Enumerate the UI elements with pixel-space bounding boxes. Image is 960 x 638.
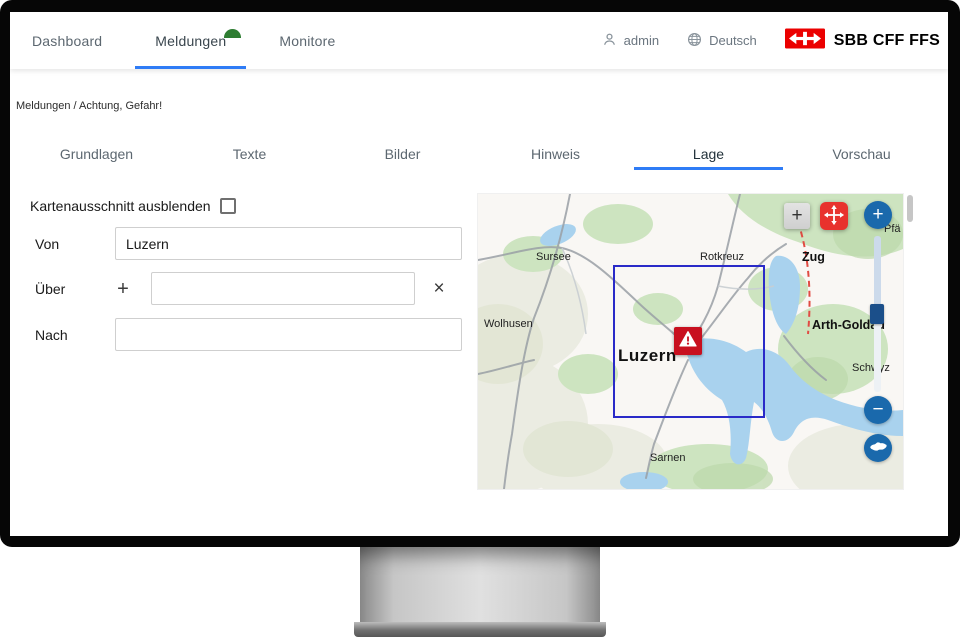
add-via-button[interactable]: +	[113, 279, 133, 299]
pan-arrows-icon	[823, 204, 845, 229]
switzerland-icon	[869, 437, 888, 459]
sbb-logo-icon	[785, 28, 825, 54]
town-label: Zug	[802, 250, 825, 264]
town-label: Schwyz	[852, 362, 890, 374]
zoom-slider-track[interactable]	[874, 324, 881, 392]
map-canvas[interactable]: Sursee Rotkreuz Zug Wolhusen Arth-Goldau…	[478, 194, 903, 489]
monitor-stand-base	[354, 622, 606, 637]
tab-bilder[interactable]: Bilder	[326, 138, 479, 170]
nav-item-dashboard[interactable]: Dashboard	[32, 12, 102, 69]
zoom-slider-track[interactable]	[874, 236, 881, 306]
ueber-label: Über	[35, 281, 113, 297]
ueber-input[interactable]	[151, 272, 415, 305]
nav-label: Meldungen	[155, 33, 226, 49]
notification-badge	[224, 29, 241, 38]
zoom-out-button[interactable]: −	[864, 396, 892, 424]
home-extent-button[interactable]	[864, 434, 892, 462]
user-label: admin	[624, 33, 659, 48]
ueber-field-row: Über + ×	[35, 272, 449, 305]
tab-vorschau[interactable]: Vorschau	[785, 138, 938, 170]
app-header: Dashboard Meldungen Monitore admin	[10, 12, 948, 69]
sbb-logo: SBB CFF FFS	[785, 28, 940, 54]
language-menu[interactable]: Deutsch	[687, 32, 757, 50]
clear-via-button[interactable]: ×	[429, 279, 449, 298]
hide-map-label: Kartenausschnitt ausblenden	[30, 198, 211, 214]
language-label: Deutsch	[709, 33, 757, 48]
von-input[interactable]	[115, 227, 462, 260]
sbb-logo-text: SBB CFF FFS	[834, 32, 940, 50]
town-label: Wolhusen	[484, 318, 533, 330]
screen: Dashboard Meldungen Monitore admin	[10, 12, 948, 536]
map-expand-button[interactable]: +	[784, 203, 810, 229]
hide-map-checkbox[interactable]	[220, 198, 236, 214]
town-label: Sursee	[536, 251, 571, 263]
hide-map-row: Kartenausschnitt ausblenden	[30, 198, 236, 214]
breadcrumb[interactable]: Meldungen / Achtung, Gefahr!	[16, 100, 948, 112]
tab-bar: Grundlagen Texte Bilder Hinweis Lage Vor…	[10, 138, 948, 170]
warning-marker[interactable]	[674, 327, 702, 355]
nach-label: Nach	[35, 327, 115, 343]
tab-grundlagen[interactable]: Grundlagen	[20, 138, 173, 170]
von-field-row: Von	[35, 227, 462, 260]
nach-field-row: Nach	[35, 318, 462, 351]
lage-panel: Kartenausschnitt ausblenden Von Über + ×…	[10, 170, 948, 534]
zoom-in-button[interactable]: +	[864, 201, 892, 229]
nav-item-monitore[interactable]: Monitore	[279, 12, 335, 69]
monitor-stand-neck	[360, 547, 600, 623]
map-pan-button[interactable]	[820, 202, 848, 230]
user-menu[interactable]: admin	[602, 32, 659, 50]
von-label: Von	[35, 236, 115, 252]
warning-triangle-icon	[678, 329, 698, 354]
tab-lage[interactable]: Lage	[632, 138, 785, 170]
town-label: Rotkreuz	[700, 251, 744, 263]
user-icon	[602, 32, 617, 50]
globe-icon	[687, 32, 702, 50]
tab-texte[interactable]: Texte	[173, 138, 326, 170]
nav-item-meldungen[interactable]: Meldungen	[155, 12, 226, 69]
nav-label: Monitore	[279, 33, 335, 49]
tab-hinweis[interactable]: Hinweis	[479, 138, 632, 170]
header-right: admin Deutsch SBB CFF FFS	[602, 12, 940, 69]
main-nav: Dashboard Meldungen Monitore	[32, 12, 335, 69]
nach-input[interactable]	[115, 318, 462, 351]
town-label: Sarnen	[650, 452, 685, 464]
zoom-slider-handle[interactable]	[870, 304, 884, 324]
nav-label: Dashboard	[32, 33, 102, 49]
stage: Dashboard Meldungen Monitore admin	[0, 0, 960, 638]
scrollbar-thumb[interactable]	[907, 195, 913, 222]
